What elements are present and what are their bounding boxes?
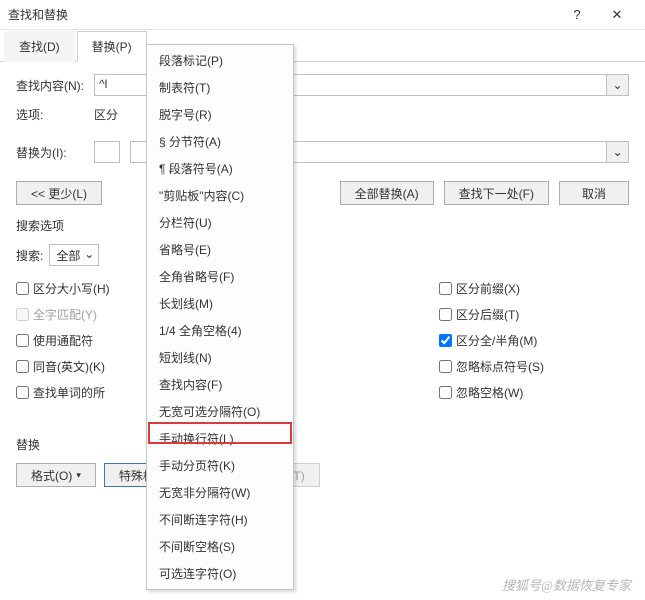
find-input[interactable]: ^l [94, 74, 152, 96]
tab-bar: 查找(D) 替换(P) [0, 30, 645, 62]
dialog-body: 查找内容(N): ^l ⌄ 选项: 区分 替换为(I): ⌄ << 更少(L) … [0, 62, 645, 495]
chevron-down-icon: ⌄ [612, 78, 622, 92]
menu-manual-line-break[interactable]: 手动换行符(L) [147, 425, 293, 452]
format-button[interactable]: 格式(O) [16, 463, 96, 487]
menu-paragraph-char[interactable]: ¶ 段落符号(A) [147, 155, 293, 182]
menu-em-dash[interactable]: 长划线(M) [147, 290, 293, 317]
check-prefix[interactable]: 区分前缀(X) [439, 278, 629, 298]
menu-opt-hyphen[interactable]: 可选连字符(O) [147, 560, 293, 587]
check-ignore-punct[interactable]: 忽略标点符号(S) [439, 356, 629, 376]
close-button[interactable]: ✕ [597, 0, 637, 30]
search-options-title: 搜索选项 [16, 217, 629, 234]
replace-dropdown-button[interactable]: ⌄ [607, 141, 629, 163]
options-value: 区分 [94, 106, 118, 123]
menu-section-char[interactable]: § 分节符(A) [147, 128, 293, 155]
find-label: 查找内容(N): [16, 77, 94, 94]
menu-ellipsis[interactable]: 省略号(E) [147, 236, 293, 263]
replace-section-title: 替换 [16, 436, 629, 453]
check-full-half[interactable]: 区分全/半角(M) [439, 330, 629, 350]
menu-quarter-space[interactable]: 1/4 全角空格(4) [147, 317, 293, 344]
menu-clipboard[interactable]: "剪贴板"内容(C) [147, 182, 293, 209]
help-button[interactable]: ? [557, 0, 597, 30]
menu-tab-char[interactable]: 制表符(T) [147, 74, 293, 101]
menu-full-ellipsis[interactable]: 全角省略号(F) [147, 263, 293, 290]
find-next-button[interactable]: 查找下一处(F) [444, 181, 549, 205]
window-title: 查找和替换 [8, 6, 557, 23]
menu-nb-space[interactable]: 不间断空格(S) [147, 533, 293, 560]
titlebar: 查找和替换 ? ✕ [0, 0, 645, 30]
less-button[interactable]: << 更少(L) [16, 181, 102, 205]
menu-en-dash[interactable]: 短划线(N) [147, 344, 293, 371]
menu-caret[interactable]: 脱字号(R) [147, 101, 293, 128]
search-direction-select[interactable]: 全部 [49, 244, 99, 266]
menu-nb-hyphen[interactable]: 不间断连字符(H) [147, 506, 293, 533]
replace-input[interactable] [94, 141, 120, 163]
menu-manual-page-break[interactable]: 手动分页符(K) [147, 452, 293, 479]
chevron-down-icon: ⌄ [612, 145, 622, 159]
tab-replace[interactable]: 替换(P) [77, 31, 147, 62]
menu-zwnbsp[interactable]: 无宽非分隔符(W) [147, 479, 293, 506]
tab-find[interactable]: 查找(D) [4, 31, 75, 62]
replace-all-button[interactable]: 全部替换(A) [340, 181, 434, 205]
search-direction-label: 搜索: [16, 247, 43, 264]
menu-paragraph-mark[interactable]: 段落标记(P) [147, 47, 293, 74]
find-dropdown-button[interactable]: ⌄ [607, 74, 629, 96]
menu-column-break[interactable]: 分栏符(U) [147, 209, 293, 236]
special-format-menu: 段落标记(P) 制表符(T) 脱字号(R) § 分节符(A) ¶ 段落符号(A)… [146, 44, 294, 590]
watermark: 搜狐号@数据恢复专家 [502, 575, 631, 594]
replace-label: 替换为(I): [16, 144, 94, 161]
right-checkbox-column: 区分前缀(X) 区分后缀(T) 区分全/半角(M) 忽略标点符号(S) 忽略空格… [439, 278, 629, 408]
cancel-button[interactable]: 取消 [559, 181, 629, 205]
options-label: 选项: [16, 106, 94, 123]
menu-opt-break[interactable]: 无宽可选分隔符(O) [147, 398, 293, 425]
menu-find-content[interactable]: 查找内容(F) [147, 371, 293, 398]
check-suffix[interactable]: 区分后缀(T) [439, 304, 629, 324]
check-ignore-space[interactable]: 忽略空格(W) [439, 382, 629, 402]
